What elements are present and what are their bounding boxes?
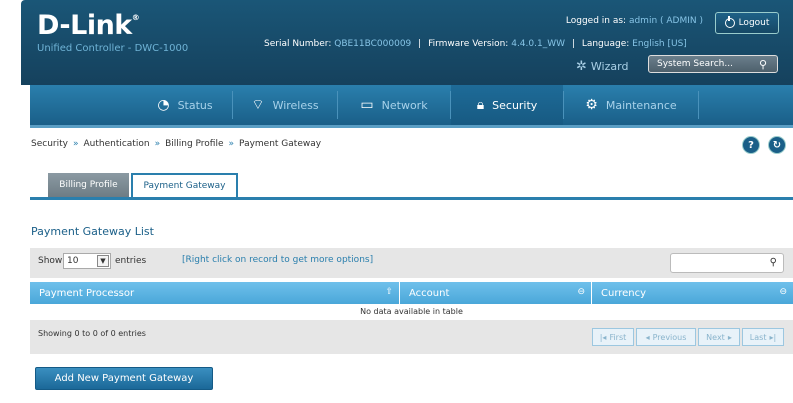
table-hint: [Right click on record to get more optio…: [182, 255, 374, 265]
table-header: Payment Processor ⇧ Account ⊖ Currency ⊖: [30, 282, 793, 304]
prev-icon: ◂: [645, 332, 650, 342]
help-icon[interactable]: ?: [742, 136, 760, 154]
table-search-input[interactable]: ⚲: [670, 253, 784, 273]
breadcrumb-authentication[interactable]: Authentication: [83, 139, 149, 149]
device-info: Serial Number: QBE11BC000009 | Firmware …: [264, 39, 687, 49]
breadcrumb-billing-profile[interactable]: Billing Profile: [165, 139, 223, 149]
column-payment-processor[interactable]: Payment Processor ⇧: [30, 282, 400, 304]
first-page-button[interactable]: |◂ First: [592, 328, 634, 346]
wand-icon: ✲: [576, 59, 587, 74]
next-page-button[interactable]: Next ▸: [698, 328, 740, 346]
last-icon: ▸|: [769, 332, 777, 342]
chevron-down-icon: ▼: [97, 255, 109, 267]
power-icon: [724, 16, 735, 28]
empty-table-message: No data available in table: [30, 304, 793, 321]
search-icon[interactable]: ⚲: [759, 58, 767, 71]
app-header: D-Link® Unified Controller - DWC-1000 Lo…: [21, 0, 793, 85]
dlink-logo: D-Link®: [37, 10, 140, 41]
login-status: Logged in as: admin ( ADMIN ): [565, 16, 703, 26]
showing-info: Showing 0 to 0 of 0 entries: [38, 329, 146, 338]
sort-icon: ⊖: [779, 287, 787, 297]
breadcrumb: Security» Authentication» Billing Profile»…: [31, 139, 322, 149]
sort-up-icon: ⇧: [385, 287, 393, 297]
previous-page-button[interactable]: ◂ Previous: [636, 328, 696, 346]
nav-network[interactable]: ▭ Network: [338, 85, 450, 125]
entries-select[interactable]: 10 ▼: [63, 253, 111, 269]
nav-maintenance[interactable]: ⚙ Maintenance: [564, 85, 698, 125]
tab-bar: Billing Profile Payment Gateway: [30, 173, 793, 200]
logout-button[interactable]: Logout: [715, 12, 779, 34]
last-page-button[interactable]: Last ▸|: [742, 328, 784, 346]
monitor-icon: ▭: [360, 97, 374, 113]
wizard-link[interactable]: ✲ Wizard: [576, 59, 628, 74]
next-icon: ▸: [727, 332, 732, 342]
system-search-input[interactable]: System Search... ⚲: [648, 55, 778, 73]
tab-billing-profile[interactable]: Billing Profile: [48, 173, 129, 197]
refresh-icon[interactable]: ↻: [768, 136, 786, 154]
nav-wireless[interactable]: ⌔ Wireless: [233, 85, 337, 125]
breadcrumb-security[interactable]: Security: [31, 139, 68, 149]
lock-icon: 🔒︎: [476, 97, 485, 113]
product-subtitle: Unified Controller - DWC-1000: [37, 43, 189, 54]
tab-payment-gateway[interactable]: Payment Gateway: [131, 173, 238, 197]
column-currency[interactable]: Currency ⊖: [592, 282, 793, 304]
first-icon: |◂: [599, 332, 607, 342]
column-account[interactable]: Account ⊖: [400, 282, 592, 304]
add-payment-gateway-button[interactable]: Add New Payment Gateway: [35, 367, 213, 390]
search-icon: ⚲: [769, 257, 777, 268]
gauge-icon: ◔: [157, 97, 170, 113]
table-toolbar: Show 10 ▼ entries [Right click on record…: [30, 248, 793, 278]
language-select[interactable]: English [US]: [632, 39, 687, 49]
nav-security[interactable]: 🔒︎ Security: [451, 85, 563, 125]
logged-in-user: admin ( ADMIN ): [628, 16, 703, 26]
section-title: Payment Gateway List: [31, 225, 154, 238]
serial-number: QBE11BC000009: [334, 39, 412, 49]
wifi-icon: ⌔: [251, 97, 265, 113]
sort-icon: ⊖: [577, 287, 585, 297]
gears-icon: ⚙: [585, 97, 598, 113]
table-footer: Showing 0 to 0 of 0 entries |◂ First ◂ Pre…: [30, 320, 793, 354]
nav-status[interactable]: ◔ Status: [138, 85, 232, 125]
firmware-version: 4.4.0.1_WW: [511, 39, 566, 49]
main-nav: ◔ Status ⌔ Wireless ▭ Network 🔒︎ Securit…: [30, 85, 793, 128]
breadcrumb-payment-gateway: Payment Gateway: [239, 139, 322, 149]
